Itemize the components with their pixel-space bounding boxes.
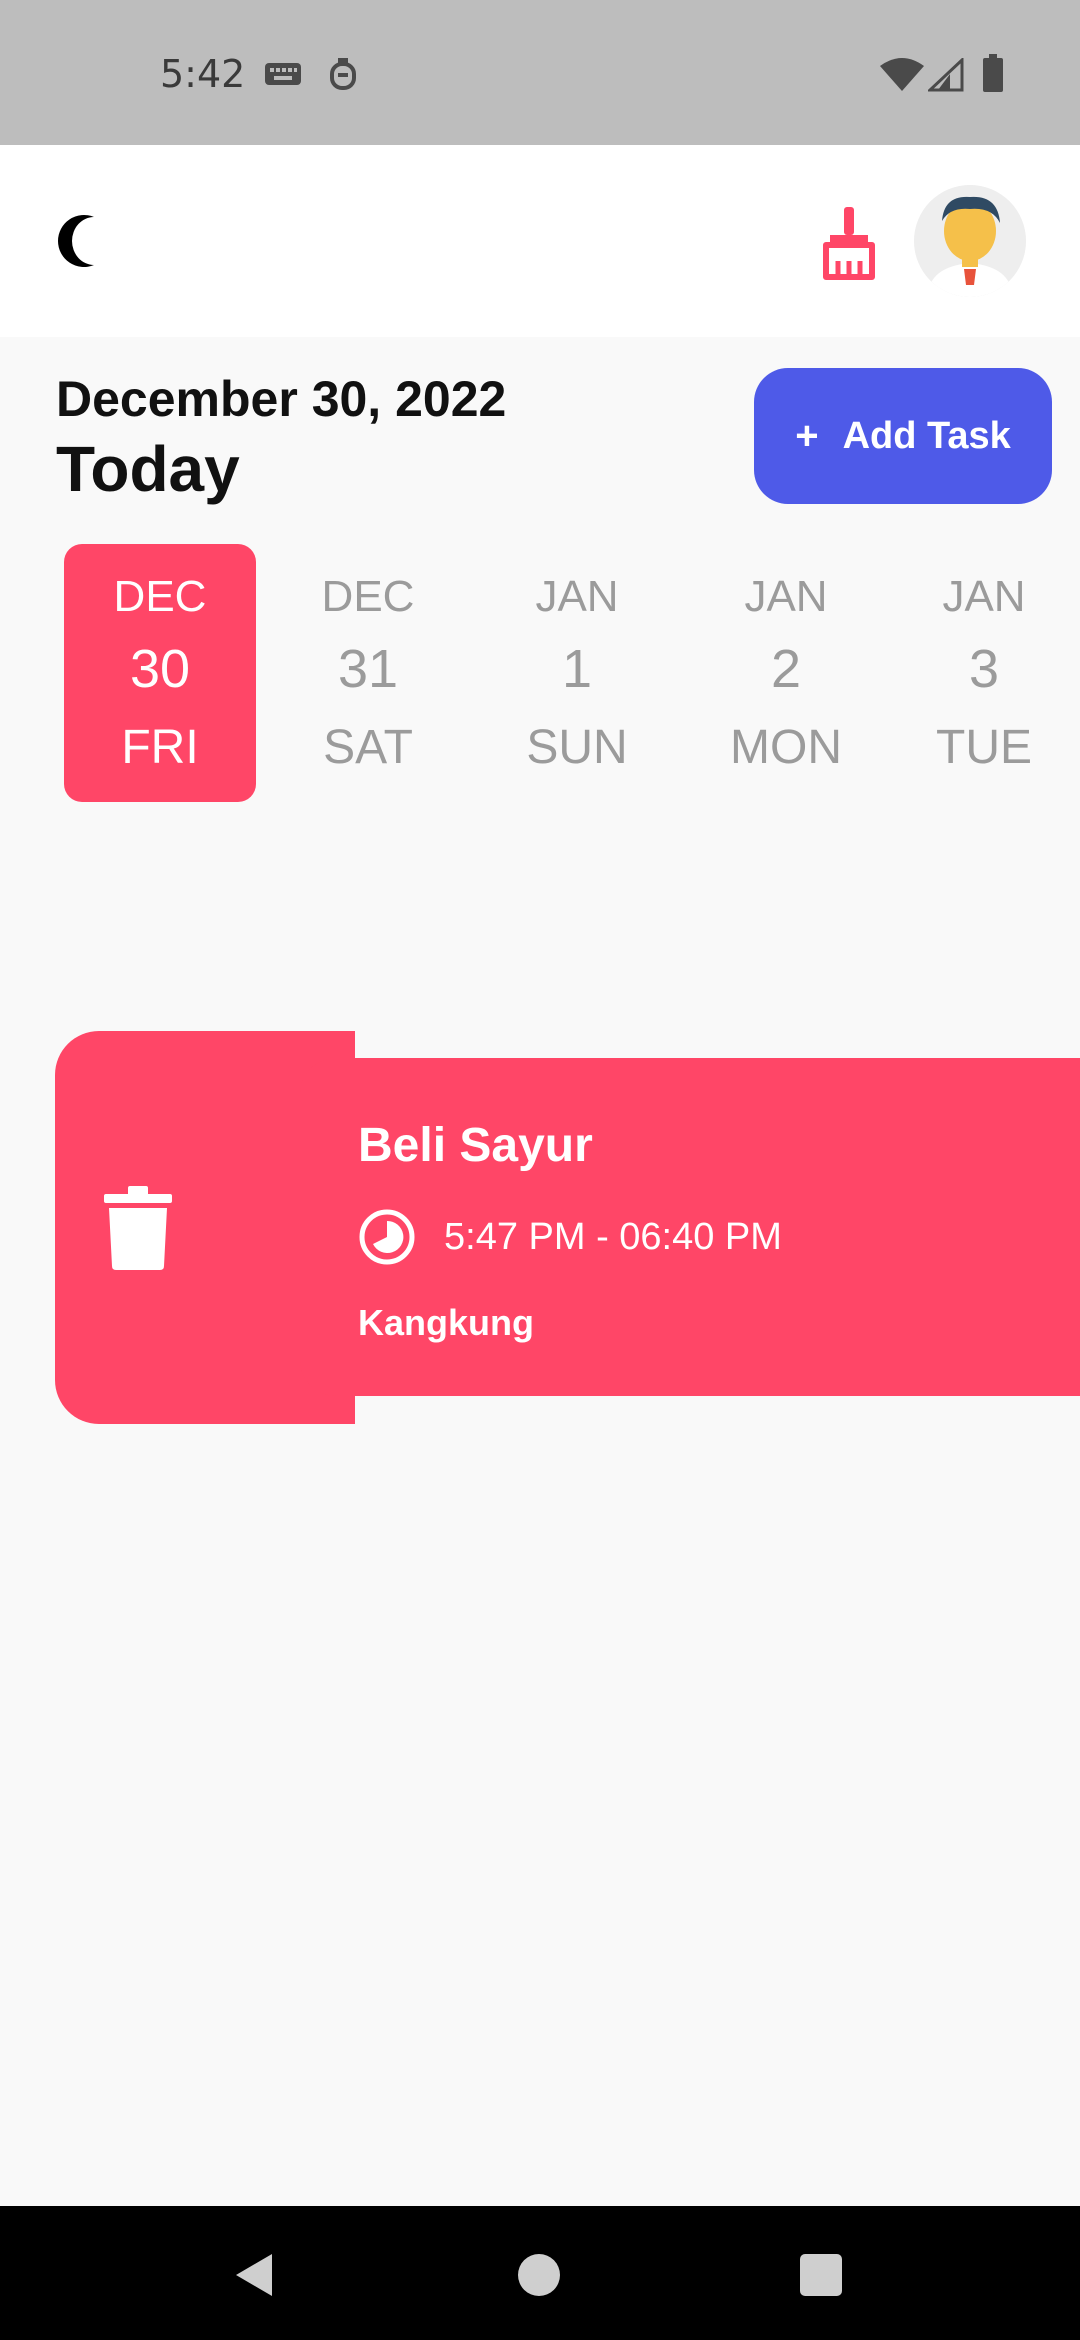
battery-icon bbox=[983, 54, 1003, 92]
task-card[interactable]: Beli Sayur 5:47 PM - 06:40 PM Kangkung bbox=[300, 1058, 1080, 1396]
date-item[interactable]: JAN 1 SUN bbox=[481, 544, 673, 802]
home-icon[interactable] bbox=[518, 2254, 560, 2296]
recents-icon[interactable] bbox=[800, 2254, 842, 2296]
date-day: 1 bbox=[561, 639, 593, 699]
date-day: 3 bbox=[968, 639, 1000, 699]
avatar[interactable] bbox=[914, 185, 1026, 297]
navigation-bar bbox=[0, 2206, 1080, 2340]
keyboard-icon bbox=[265, 63, 301, 85]
date-item[interactable]: JAN 2 MON bbox=[690, 544, 882, 802]
accessibility-icon bbox=[330, 58, 356, 90]
date-item[interactable]: JAN 3 TUE bbox=[888, 544, 1080, 802]
task-title: Beli Sayur bbox=[358, 1119, 593, 1172]
status-bar: 5:42 bbox=[0, 0, 1080, 145]
task-time-row: 5:47 PM - 06:40 PM bbox=[358, 1208, 782, 1266]
date-month: JAN bbox=[942, 572, 1026, 621]
avatar-image bbox=[914, 185, 1026, 297]
trash-icon[interactable] bbox=[104, 1186, 172, 1270]
date-month: JAN bbox=[744, 572, 828, 621]
date-month: DEC bbox=[113, 572, 207, 621]
add-task-label: Add Task bbox=[842, 414, 1011, 457]
clock-icon bbox=[359, 1209, 415, 1265]
cell-signal-icon bbox=[928, 58, 964, 92]
task-note: Kangkung bbox=[358, 1302, 534, 1343]
app-bar bbox=[0, 145, 1080, 337]
task-time: 5:47 PM - 06:40 PM bbox=[444, 1215, 782, 1258]
date-weekday: SAT bbox=[323, 721, 413, 774]
date-item[interactable]: DEC 30 FRI bbox=[64, 544, 256, 802]
add-task-button[interactable]: + Add Task bbox=[754, 368, 1052, 504]
status-time: 5:42 bbox=[160, 52, 246, 96]
plus-icon: + bbox=[795, 413, 819, 458]
back-icon[interactable] bbox=[234, 2252, 274, 2298]
date-weekday: FRI bbox=[121, 721, 199, 774]
date-day: 2 bbox=[770, 639, 802, 699]
date-day: 30 bbox=[129, 639, 191, 699]
page-title: Today bbox=[56, 433, 240, 505]
date-weekday: MON bbox=[730, 721, 842, 774]
date-item[interactable]: DEC 31 SAT bbox=[272, 544, 464, 802]
current-date: December 30, 2022 bbox=[56, 371, 507, 427]
wifi-icon bbox=[880, 58, 924, 91]
broom-icon[interactable] bbox=[820, 205, 878, 281]
date-day: 31 bbox=[337, 639, 399, 699]
date-month: DEC bbox=[321, 572, 415, 621]
date-month: JAN bbox=[535, 572, 619, 621]
moon-icon[interactable] bbox=[54, 213, 110, 269]
date-weekday: TUE bbox=[936, 721, 1032, 774]
date-weekday: SUN bbox=[526, 721, 628, 774]
